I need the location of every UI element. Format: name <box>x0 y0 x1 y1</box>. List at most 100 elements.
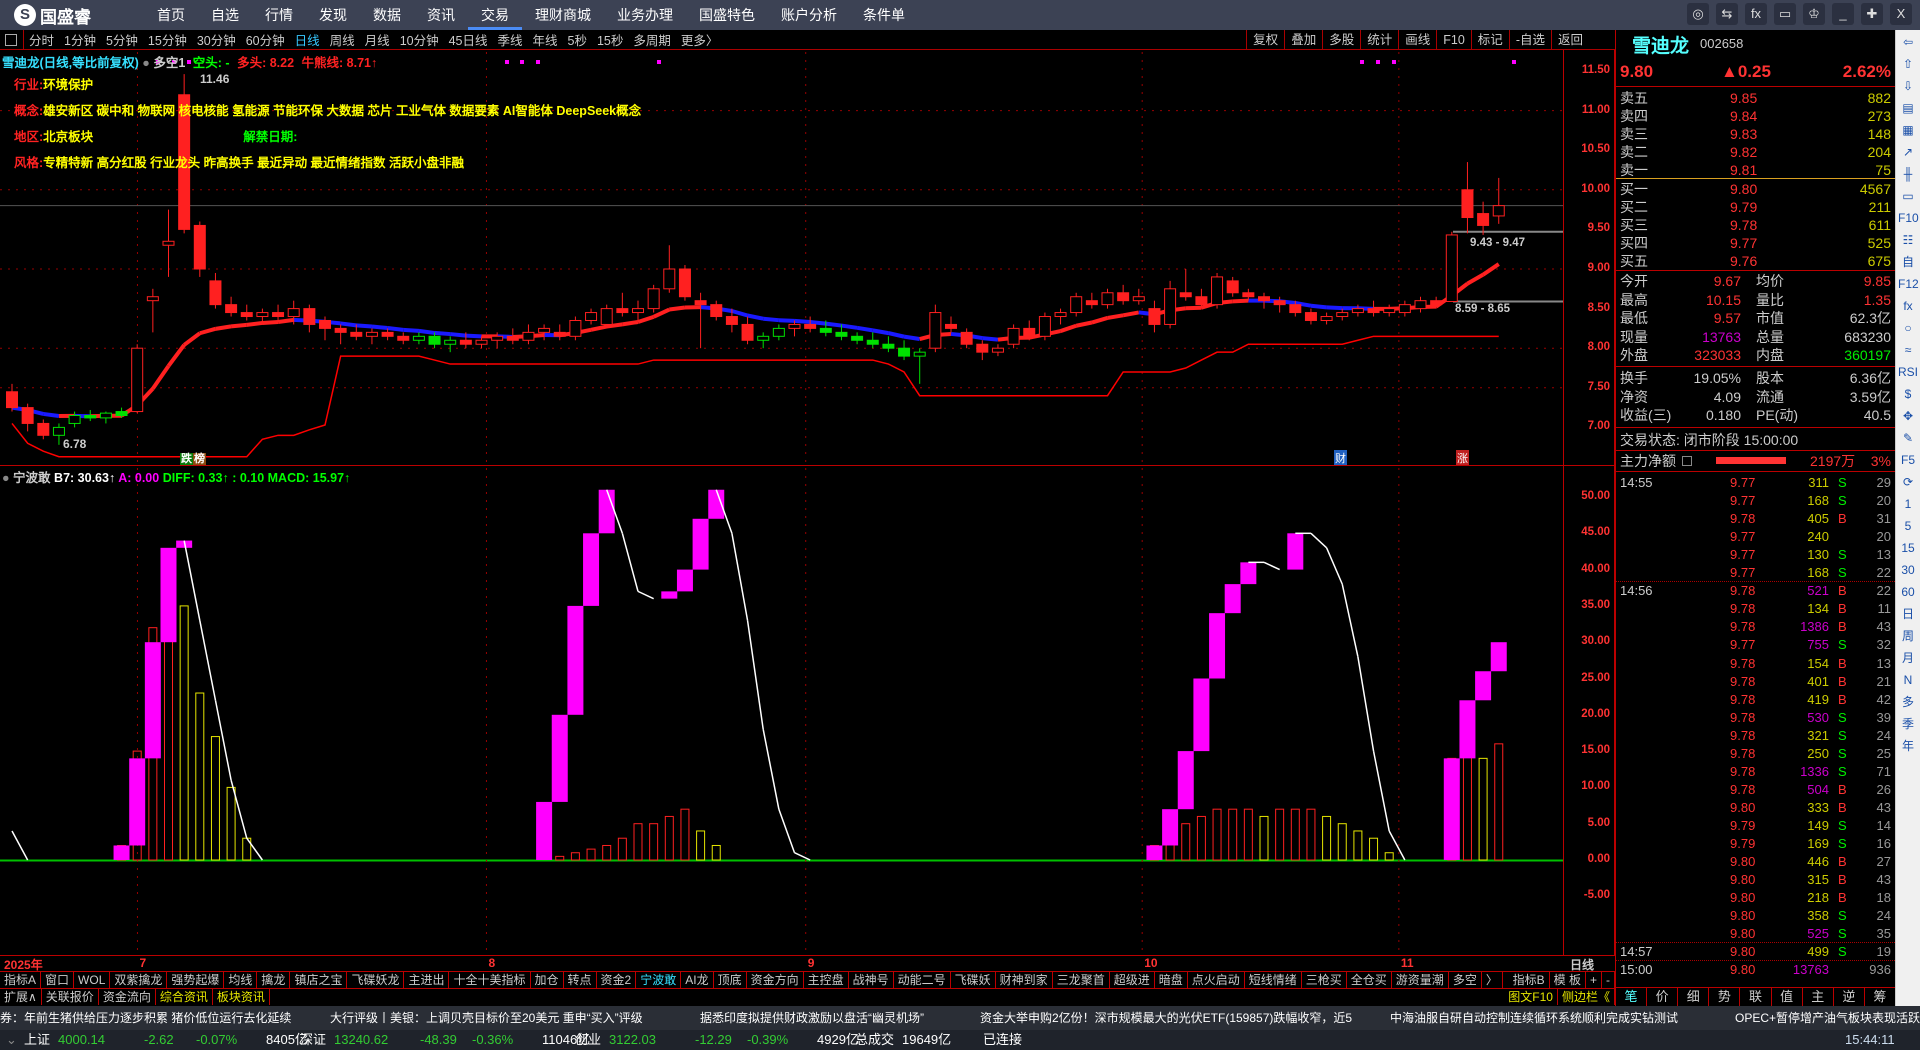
skin-icon[interactable]: ♔ <box>1803 3 1825 25</box>
candle-body[interactable] <box>851 335 864 341</box>
side-icon[interactable]: N <box>1898 670 1918 690</box>
order-book-row[interactable]: 买五 9.76 675 <box>1620 252 1891 270</box>
candle-body[interactable] <box>84 415 97 419</box>
candle-body[interactable] <box>1164 288 1177 325</box>
candle-body[interactable] <box>1430 300 1443 306</box>
indicator-tab[interactable]: 〉 <box>1482 972 1503 988</box>
candle-body[interactable] <box>412 335 425 341</box>
candle-body[interactable] <box>913 351 926 357</box>
candle-body[interactable] <box>350 331 363 337</box>
candle-body[interactable] <box>585 312 598 321</box>
indicator-tab[interactable]: 全仓买 <box>1347 972 1392 988</box>
index-sz-field[interactable]: 深证 <box>300 1030 326 1050</box>
side-icon[interactable]: $ <box>1898 384 1918 404</box>
side-icon[interactable]: 年 <box>1898 736 1918 756</box>
info-tab-right[interactable]: 图文F10 <box>1504 989 1558 1005</box>
side-icon[interactable]: 周 <box>1898 626 1918 646</box>
order-book-row[interactable]: 买三 9.78 611 <box>1620 216 1891 234</box>
indicator-toggle-icon[interactable]: ● <box>2 471 10 485</box>
indicator-tab[interactable]: 加仓 <box>531 972 564 988</box>
candle-body[interactable] <box>725 316 738 325</box>
candle-body[interactable] <box>99 412 112 419</box>
indicator-tab[interactable]: 镇店之宝 <box>290 972 348 988</box>
indicator-name[interactable]: 多空1 <box>153 56 185 70</box>
collapse-icon[interactable]: ⌄ <box>6 1030 17 1050</box>
quote-tab[interactable]: 笔 <box>1616 988 1648 1006</box>
side-icon[interactable]: 15 <box>1898 538 1918 558</box>
candle-body[interactable] <box>1492 205 1505 217</box>
candle-body[interactable] <box>804 323 817 329</box>
indicator-tab[interactable]: 指标A <box>0 972 42 988</box>
candle-body[interactable] <box>1054 312 1067 318</box>
candle-body[interactable] <box>1351 308 1364 314</box>
rank-badge[interactable]: 跌榜 <box>180 450 206 466</box>
candle-body[interactable] <box>37 422 50 436</box>
candle-body[interactable] <box>319 319 331 329</box>
finance-badge[interactable]: 财 <box>1334 450 1347 466</box>
indicator-tab[interactable]: 三龙聚首 <box>1053 972 1110 988</box>
indicator-tab[interactable]: 动能二号 <box>894 972 951 988</box>
candle-body[interactable] <box>929 312 942 349</box>
candle-body[interactable] <box>1070 296 1083 314</box>
news-item[interactable]: OPEC+暂停增产油气板块表现活跃 <box>1735 1006 1920 1030</box>
side-icon[interactable]: ✎ <box>1898 428 1918 448</box>
candle-body[interactable] <box>459 339 472 345</box>
candle-body[interactable] <box>1007 327 1020 345</box>
indicator-tab[interactable]: 主控盘 <box>804 972 849 988</box>
candle-body[interactable] <box>835 331 848 337</box>
indicator-tab[interactable]: 十全十美指标 <box>449 972 531 988</box>
candle-body[interactable] <box>162 240 175 246</box>
quote-tab[interactable]: 主 <box>1803 988 1834 1006</box>
indicator-tab[interactable]: 财神到家 <box>996 972 1053 988</box>
candle-body[interactable] <box>6 391 18 409</box>
indicator-tab[interactable]: WOL <box>74 972 111 988</box>
candle-body[interactable] <box>287 308 300 318</box>
candle-body[interactable] <box>303 308 316 325</box>
candle-body[interactable] <box>1117 292 1130 302</box>
candle-body[interactable] <box>428 335 441 345</box>
rise-badge[interactable]: 涨 <box>1456 450 1469 466</box>
side-icon[interactable]: F12 <box>1898 274 1919 294</box>
info-tab[interactable]: 关联报价 <box>42 989 99 1005</box>
candle-body[interactable] <box>600 308 613 325</box>
side-icon[interactable]: ▤ <box>1898 98 1918 118</box>
candle-body[interactable] <box>381 331 394 337</box>
candle-body[interactable] <box>1445 234 1458 302</box>
candle-body[interactable] <box>741 323 754 341</box>
candle-body[interactable] <box>866 339 879 345</box>
candle-body[interactable] <box>882 343 895 349</box>
candle-body[interactable] <box>945 323 957 329</box>
indicator-tab[interactable]: 暗盘 <box>1155 972 1188 988</box>
indicator-tab[interactable]: 点火启动 <box>1188 972 1245 988</box>
news-item[interactable]: 券：年前生猪供给压力逐步积累 猪价低位运行去化延续 <box>0 1006 291 1030</box>
info-tab[interactable]: 板块资讯 <box>213 989 270 1005</box>
side-icon[interactable]: fx <box>1898 296 1918 316</box>
index-sh-field[interactable]: 上证 <box>24 1030 50 1050</box>
candle-body[interactable] <box>1242 292 1255 298</box>
quote-tab[interactable]: 价 <box>1647 988 1679 1006</box>
indicator-tab[interactable]: 主进出 <box>404 972 450 988</box>
candle-body[interactable] <box>678 268 691 298</box>
side-icon[interactable]: ⇩ <box>1898 76 1918 96</box>
indicator-tab[interactable]: 短线情绪 <box>1245 972 1302 988</box>
side-icon[interactable]: ▦ <box>1898 120 1918 140</box>
order-book-row[interactable]: 卖三 9.83 148 <box>1620 125 1891 143</box>
candle-body[interactable] <box>647 288 660 310</box>
candle-body[interactable] <box>115 411 128 417</box>
candle-body[interactable] <box>1336 312 1349 318</box>
candle-body[interactable] <box>1132 296 1145 302</box>
candle-body[interactable] <box>1085 300 1098 306</box>
info-tab[interactable]: 资金流向 <box>99 989 156 1005</box>
order-book-row[interactable]: 买一 9.80 4567 <box>1620 180 1891 198</box>
indicator-tab[interactable]: 宁波敢 <box>636 972 682 988</box>
news-item[interactable]: 资金大举申购2亿份！深市规模最大的光伏ETF(159857)跌幅收窄，近5 <box>980 1006 1352 1030</box>
indicator-tab[interactable]: 飞碟妖龙 <box>347 972 405 988</box>
order-book-row[interactable]: 卖四 9.84 273 <box>1620 107 1891 125</box>
candle-body[interactable] <box>475 339 488 345</box>
candle-body[interactable] <box>616 308 629 314</box>
candle-body[interactable] <box>193 224 206 270</box>
candle-body[interactable] <box>68 415 81 424</box>
candle-body[interactable] <box>1304 312 1317 321</box>
side-icon[interactable]: 30 <box>1898 560 1918 580</box>
candle-body[interactable] <box>1148 308 1161 325</box>
